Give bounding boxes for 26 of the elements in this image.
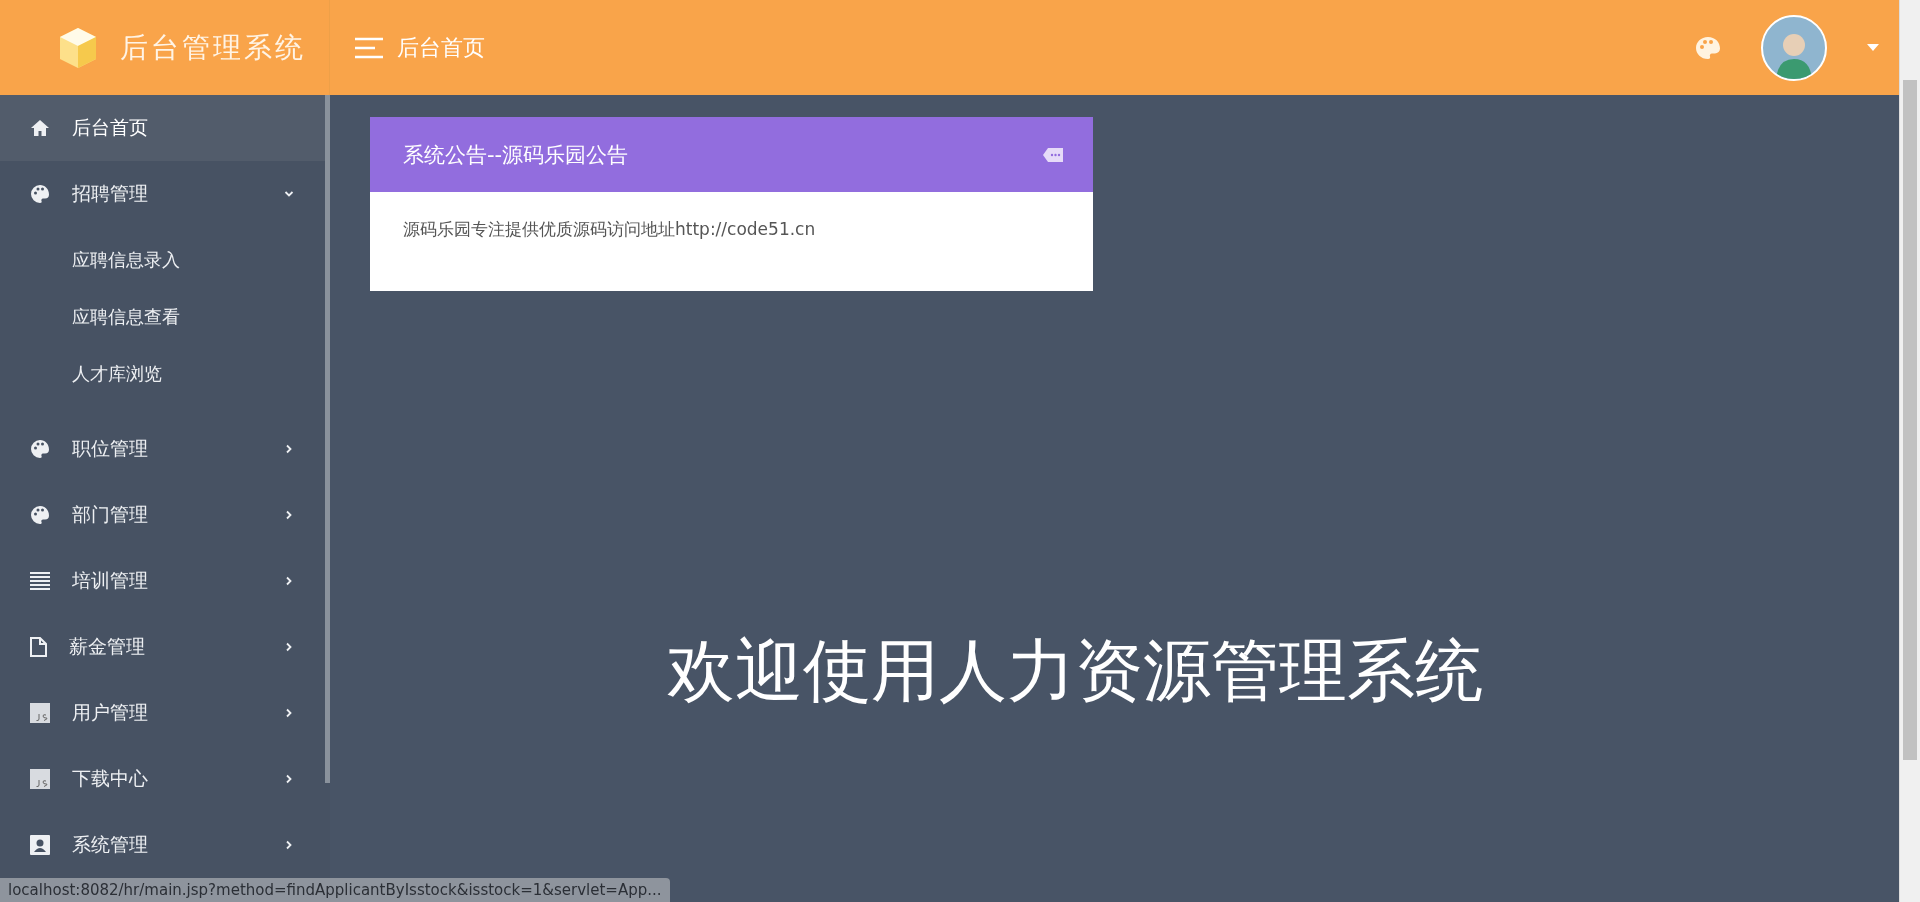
sidebar-subitem[interactable]: 人才库浏览 — [0, 345, 325, 402]
home-icon — [30, 119, 50, 137]
caret-icon[interactable] — [1867, 44, 1879, 51]
sidebar-subitem[interactable]: 应聘信息录入 — [0, 231, 325, 288]
js-file-icon — [30, 703, 50, 723]
status-url: localhost:8082/hr/main.jsp?method=findApplicantByIsstock&isstock=1&servlet=App... — [0, 878, 670, 902]
contact-icon — [30, 835, 50, 855]
breadcrumb-title: 后台首页 — [397, 33, 485, 62]
card-title: 系统公告--源码乐园公告 — [403, 141, 629, 169]
file-icon — [30, 637, 47, 657]
sidebar-item[interactable]: 后台首页 — [0, 95, 325, 161]
palette-icon — [30, 439, 50, 459]
brand-title: 后台管理系统 — [120, 29, 306, 66]
cube-logo — [58, 26, 98, 69]
notice-text: 源码乐园专注提供优质源码访问地址http://code51.cn — [402, 218, 817, 241]
page-scrollbar[interactable] — [1899, 0, 1920, 902]
js-file-icon — [30, 769, 50, 789]
palette-icon[interactable] — [1695, 35, 1721, 60]
sidebar-subitem[interactable]: 应聘信息查看 — [0, 288, 325, 345]
menu-icon[interactable] — [355, 36, 383, 59]
palette-icon — [30, 184, 50, 204]
scrollbar[interactable] — [325, 95, 330, 783]
palette-icon — [30, 505, 50, 525]
list-icon — [30, 572, 50, 590]
tag-icon — [1043, 147, 1063, 162]
welcome-heading: 欢迎使用人力资源管理系统 — [666, 630, 1483, 712]
